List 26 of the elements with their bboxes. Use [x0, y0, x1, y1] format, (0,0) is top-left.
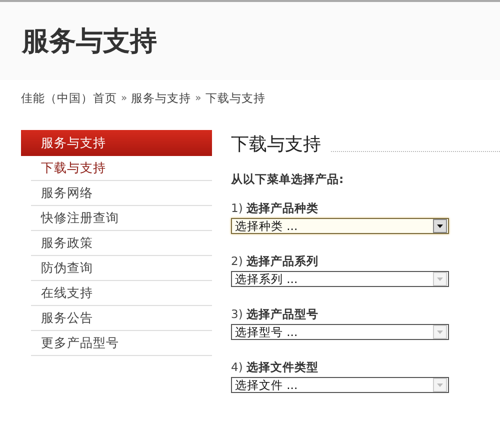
field-label: 1) 选择产品种类 — [231, 201, 320, 216]
breadcrumb-link[interactable]: 服务与支持 — [131, 91, 192, 106]
sidebar-header: 服务与支持 — [21, 130, 212, 156]
sidebar-item[interactable]: 防伪查询 — [31, 256, 212, 281]
breadcrumb-link[interactable]: 下载与支持 — [205, 91, 266, 106]
sidebar-item[interactable]: 服务公告 — [31, 306, 212, 331]
sidebar-item[interactable]: 服务政策 — [31, 231, 212, 256]
sidebar-item[interactable]: 下载与支持 — [31, 156, 212, 181]
field-label: 2) 选择产品系列 — [231, 254, 320, 269]
field-label: 3) 选择产品型号 — [231, 307, 320, 322]
sidebar-item[interactable]: 快修注册查询 — [31, 206, 212, 231]
caret-icon — [433, 325, 447, 339]
caret-icon — [433, 219, 447, 233]
field-label: 4) 选择文件类型 — [231, 360, 320, 375]
breadcrumb-separator: » — [121, 93, 128, 104]
dropdown-select[interactable]: 选择种类 ... — [231, 218, 449, 234]
sidebar-item[interactable]: 服务网络 — [31, 181, 212, 206]
page-title: 服务与支持 — [22, 25, 157, 59]
sidebar-item[interactable]: 更多产品型号 — [31, 331, 212, 356]
sidebar-item[interactable]: 在线支持 — [31, 281, 212, 306]
caret-icon — [433, 272, 447, 286]
instruction-text: 从以下菜单选择产品: — [231, 172, 345, 187]
section-heading: 下载与支持 — [231, 133, 321, 156]
breadcrumb-link[interactable]: 佳能（中国）首页 — [21, 91, 117, 106]
caret-icon — [433, 378, 447, 392]
breadcrumb-separator: » — [195, 93, 202, 104]
